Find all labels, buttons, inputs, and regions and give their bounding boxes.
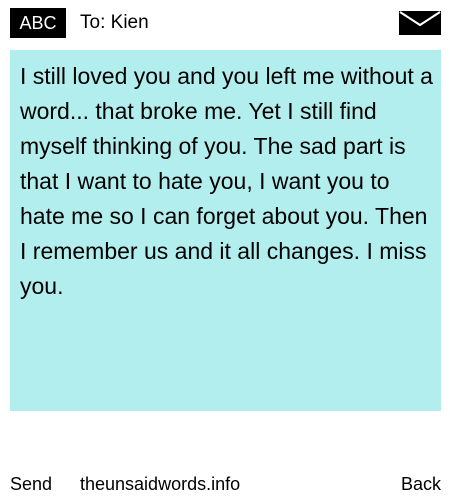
- back-button[interactable]: Back: [401, 470, 441, 498]
- footer-bar: Send theunsaidwords.info Back: [0, 470, 450, 498]
- envelope-icon: [399, 11, 441, 35]
- send-button[interactable]: Send: [10, 470, 52, 498]
- header-bar: ABC To: Kien: [0, 0, 450, 46]
- recipient-name: Kien: [110, 12, 149, 33]
- site-name: theunsaidwords.info: [80, 474, 241, 494]
- message-body[interactable]: I still loved you and you left me withou…: [10, 50, 441, 411]
- message-text: I still loved you and you left me withou…: [20, 63, 433, 299]
- recipient-line: To: Kien: [80, 8, 149, 38]
- input-mode-indicator: ABC: [10, 8, 66, 38]
- to-label: To:: [80, 12, 106, 33]
